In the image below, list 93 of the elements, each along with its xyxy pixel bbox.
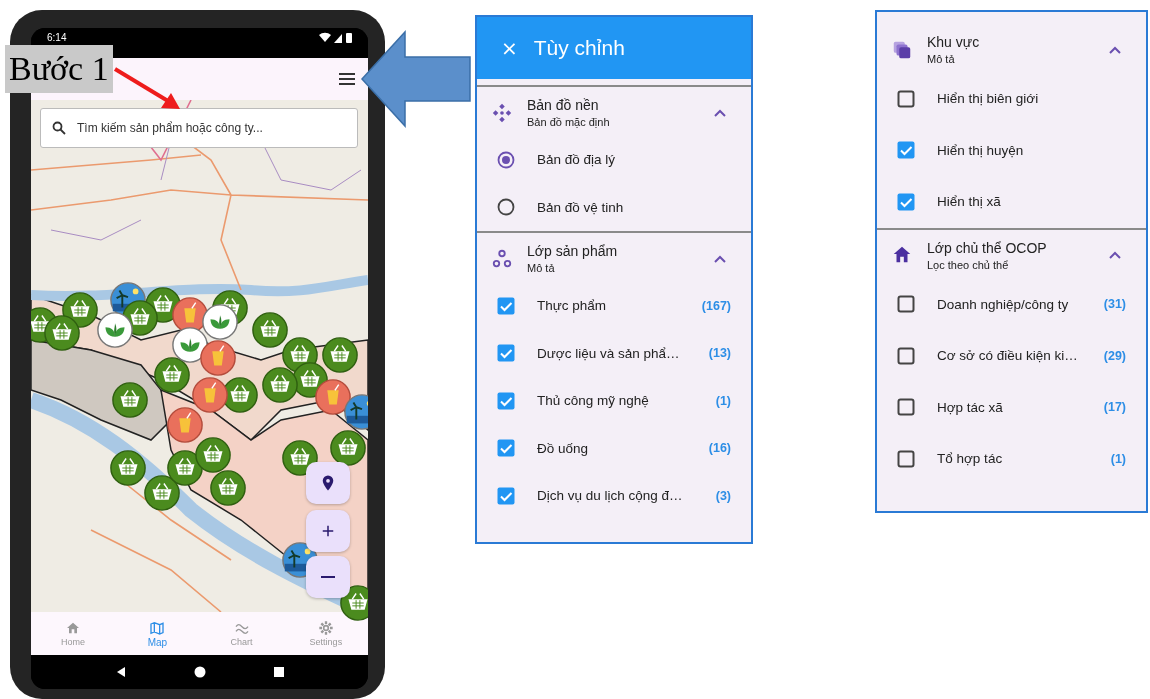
count-label: (29) — [1103, 348, 1126, 363]
settings-icon — [317, 620, 334, 636]
basket-marker-icon[interactable] — [261, 366, 299, 404]
option-label: Dược liệu và sản phẩ… — [537, 345, 681, 361]
count-label: (16) — [708, 441, 731, 456]
section-title: Lớp chủ thể OCOP — [927, 239, 1048, 256]
count-label: (13) — [708, 346, 731, 361]
step-label: Bước 1 — [5, 45, 113, 93]
basket-marker-icon[interactable] — [209, 469, 247, 507]
basket-marker-icon[interactable] — [153, 356, 191, 394]
recents-icon[interactable] — [272, 666, 285, 678]
basket-marker-icon[interactable] — [329, 429, 367, 467]
leaf-marker-icon[interactable] — [96, 311, 134, 349]
section-header[interactable]: Lớp sản phẩm Mô tả — [477, 233, 751, 282]
minus-icon — [321, 576, 335, 578]
chevron-icon — [1108, 44, 1122, 55]
basket-marker-icon[interactable] — [143, 474, 181, 512]
option-label: Thủ công mỹ nghệ — [537, 393, 650, 409]
section-title: Lớp sản phẩm — [527, 243, 619, 259]
option-label: Bản đồ vệ tinh — [537, 199, 625, 215]
option-label: Đồ uống — [537, 440, 590, 456]
drink-marker-icon[interactable] — [199, 339, 237, 377]
basket-marker-icon[interactable] — [321, 336, 359, 374]
basket-marker-icon[interactable] — [111, 381, 149, 419]
status-icons — [318, 32, 354, 44]
checkbox[interactable] — [897, 192, 915, 211]
chevron-icon — [713, 107, 727, 118]
chevron-icon — [713, 253, 727, 264]
radio-button[interactable] — [497, 198, 515, 217]
section-header[interactable]: Khu vực Mô tả — [877, 24, 1146, 73]
basket-marker-icon[interactable] — [43, 314, 81, 352]
home-circle-icon[interactable] — [193, 666, 206, 678]
checkbox[interactable] — [897, 295, 915, 314]
leaf-marker-icon[interactable] — [171, 326, 209, 364]
location-button[interactable] — [306, 462, 350, 504]
checkbox[interactable] — [897, 89, 915, 108]
section-title: Khu vực — [927, 34, 981, 50]
option-label: Cơ sở có điều kiện ki… — [937, 348, 1079, 364]
basket-marker-icon[interactable] — [251, 311, 289, 349]
drink-marker-icon[interactable] — [191, 376, 229, 414]
option-label: Hiển thị xã — [937, 194, 1002, 210]
count-label: (1) — [1110, 451, 1126, 466]
count-label: (3) — [715, 488, 731, 503]
option-label: Hợp tác xã — [937, 399, 1004, 415]
option-label: Hiển thị huyện — [937, 142, 1025, 158]
checkbox[interactable] — [897, 398, 915, 417]
pointer-arrow — [112, 66, 182, 112]
leaf-marker-icon[interactable] — [201, 303, 239, 341]
checkbox[interactable] — [497, 391, 515, 410]
basket-marker-icon[interactable] — [194, 436, 232, 474]
section-subtitle: Lọc theo chủ thể — [927, 258, 1010, 271]
circles-icon — [491, 247, 513, 270]
radio-button[interactable] — [497, 150, 515, 169]
checkbox[interactable] — [897, 141, 915, 160]
checkbox[interactable] — [497, 344, 515, 363]
close-button[interactable]: × — [501, 36, 518, 60]
nav-tab[interactable]: Home — [31, 612, 116, 655]
option-label: Tổ hợp tác — [937, 451, 1004, 467]
count-label: (167) — [701, 298, 731, 313]
nav-tab[interactable]: Map — [115, 612, 200, 655]
option-label: Dịch vụ du lịch cộng đ… — [537, 488, 684, 504]
drink-marker-icon[interactable] — [314, 378, 352, 416]
checkbox[interactable] — [497, 439, 515, 458]
drink-marker-icon[interactable] — [166, 406, 204, 444]
chevron-icon — [1108, 250, 1122, 260]
nav-tab[interactable]: Chart — [199, 612, 284, 655]
map-icon — [149, 619, 166, 636]
option-label: Hiển thị biên giới — [937, 91, 1040, 107]
nav-tab[interactable]: Settings — [283, 612, 368, 655]
checkbox[interactable] — [497, 296, 515, 315]
section-subtitle: Bản đồ mặc định — [527, 116, 611, 128]
section-subtitle: Mô tả — [527, 262, 556, 274]
panel-title: Tùy chỉnh — [533, 36, 625, 60]
section-header[interactable]: Bản đồ nền Bản đồ mặc định — [477, 87, 751, 136]
section-subtitle: Mô tả — [927, 53, 956, 65]
checkbox[interactable] — [497, 486, 515, 505]
count-label: (1) — [715, 393, 731, 408]
option-label: Thực phẩm — [537, 298, 608, 314]
count-label: (17) — [1103, 400, 1126, 415]
option-label: Doanh nghiệp/công ty — [937, 296, 1070, 312]
move-icon — [491, 101, 513, 124]
section-header[interactable]: Lớp chủ thể OCOP Lọc theo chủ thể — [877, 229, 1146, 279]
option-label: Bản đồ địa lý — [537, 152, 617, 168]
menu-icon[interactable] — [338, 72, 356, 86]
checkbox[interactable] — [897, 449, 915, 468]
search-field[interactable]: Tìm kiếm sản phẩm hoặc công ty... — [40, 108, 358, 148]
basket-marker-icon[interactable] — [109, 449, 147, 487]
section-title: Bản đồ nền — [527, 97, 600, 113]
zoom-out-button[interactable] — [306, 556, 350, 598]
status-time: 6:14 — [47, 32, 67, 43]
count-label: (31) — [1103, 297, 1126, 312]
search-icon — [52, 121, 66, 135]
checkbox[interactable] — [897, 346, 915, 365]
